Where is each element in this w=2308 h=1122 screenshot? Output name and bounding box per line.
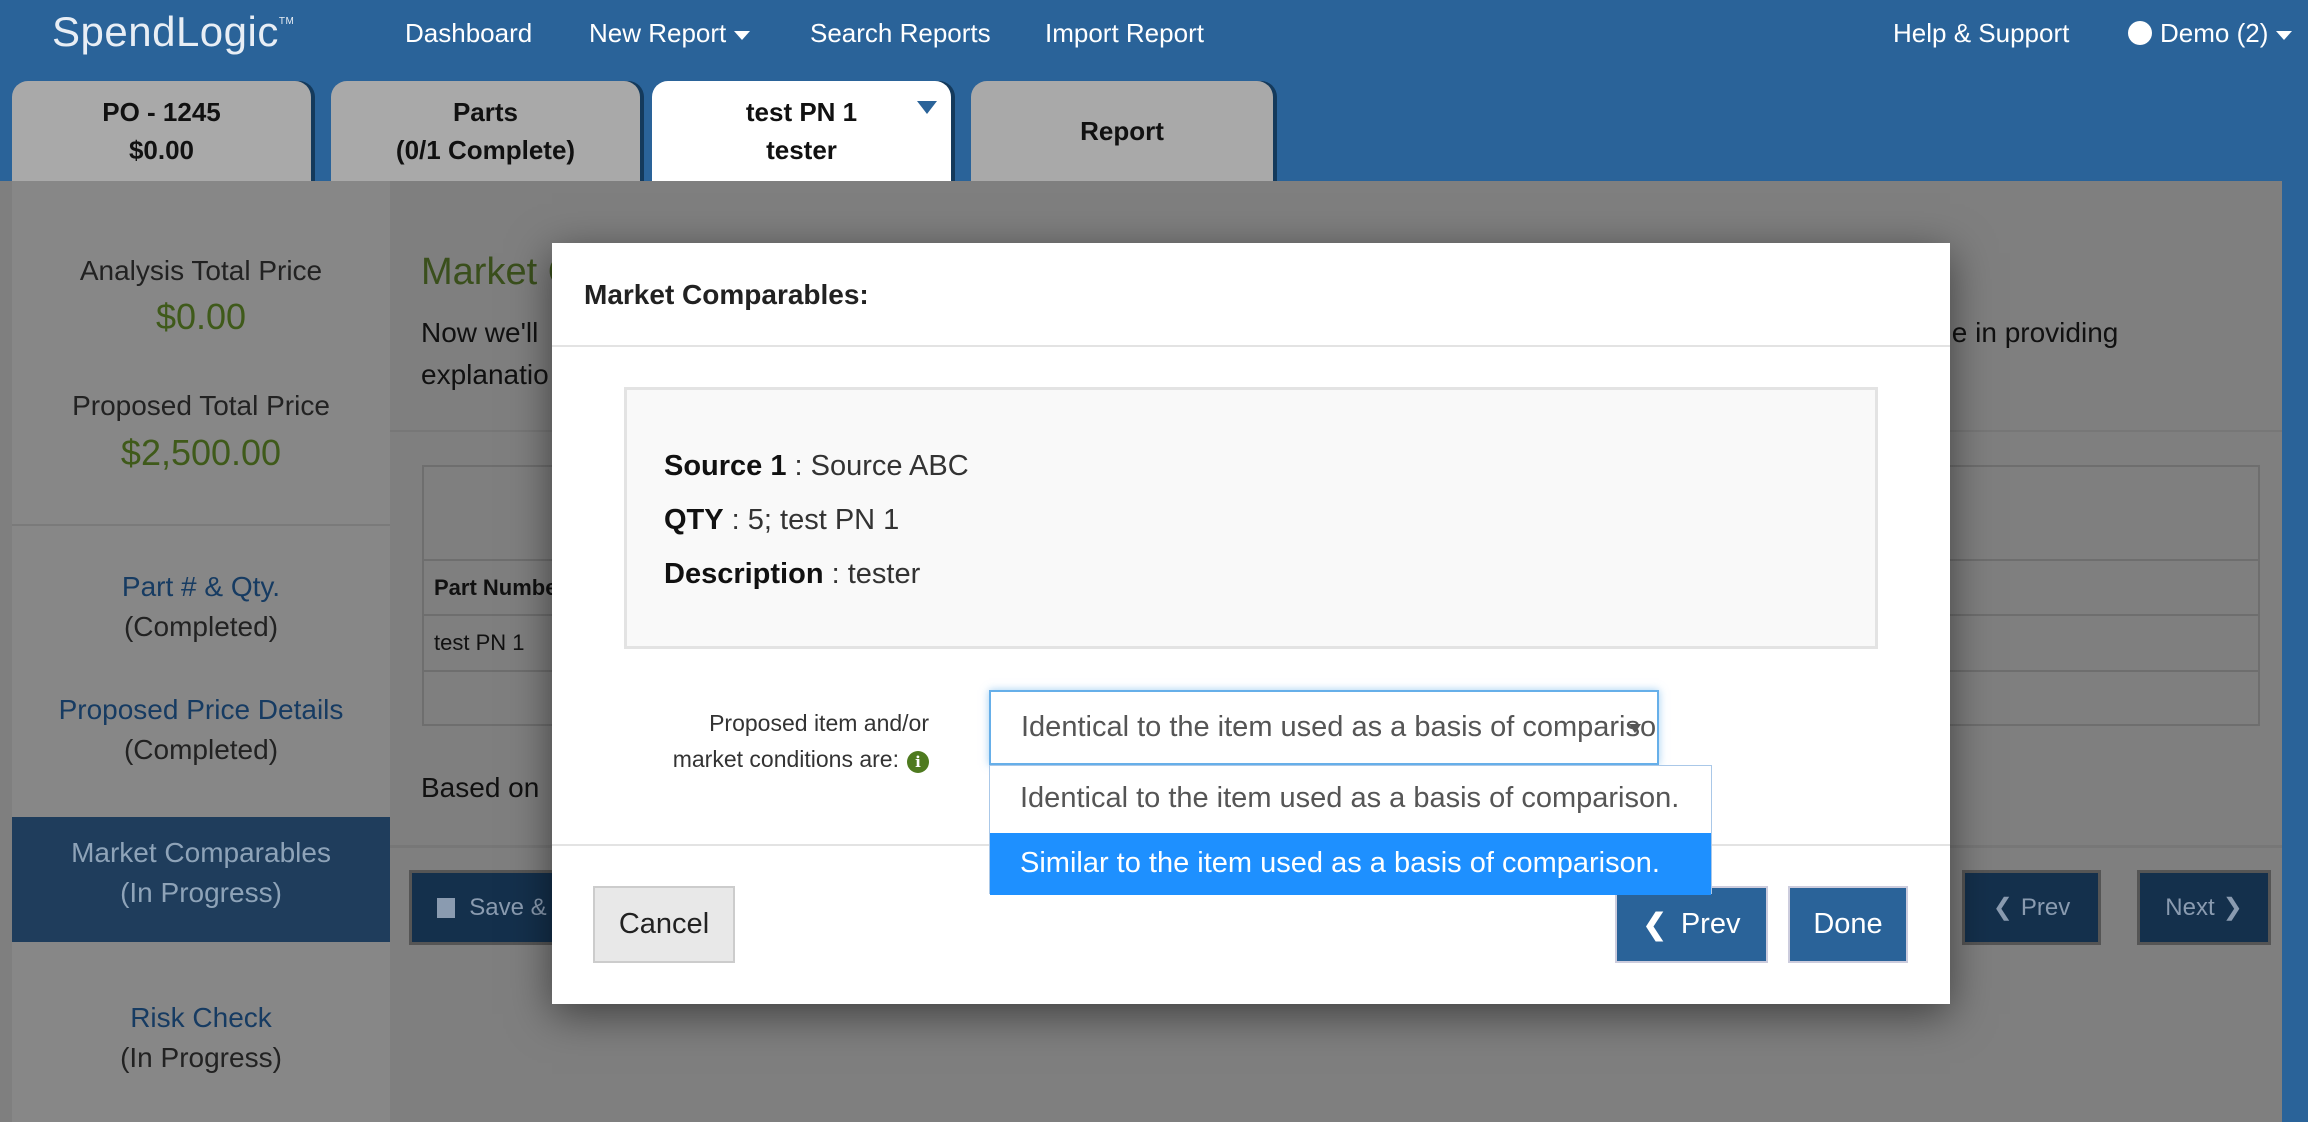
- cancel-button[interactable]: Cancel: [593, 886, 735, 963]
- spendlogic-logo[interactable]: SpendLogicTM: [52, 8, 294, 56]
- nav-help-support[interactable]: Help & Support: [1893, 18, 2069, 49]
- top-navbar: SpendLogicTM Dashboard New Report Search…: [0, 0, 2308, 181]
- prev-button[interactable]: ❮ Prev: [1615, 886, 1768, 963]
- sidebar-step-market-comparables[interactable]: Market Comparables (In Progress): [12, 817, 405, 942]
- user-circle-icon: [2128, 21, 2152, 45]
- conditions-label: Proposed item and/or market conditions a…: [672, 710, 929, 773]
- analysis-total-label: Analysis Total Price: [79, 255, 323, 286]
- intro-text: Now we'll: [421, 317, 539, 348]
- caret-down-icon: [1629, 724, 1641, 733]
- proposed-total-label: Proposed Total Price: [72, 390, 330, 421]
- page-edge: [2282, 181, 2308, 1122]
- tab-po[interactable]: PO - 1245 $0.00: [12, 81, 311, 181]
- sidebar-step-proposed-price[interactable]: Proposed Price Details (Completed): [12, 694, 390, 766]
- chevron-right-icon: ❯: [2222, 894, 2243, 921]
- nav-dashboard[interactable]: Dashboard: [405, 18, 532, 49]
- info-icon[interactable]: i: [907, 751, 929, 773]
- nav-new-report[interactable]: New Report: [589, 18, 751, 49]
- user-menu[interactable]: Demo (2): [2128, 18, 2293, 49]
- tab-part-detail[interactable]: test PN 1 tester: [652, 81, 951, 181]
- sidebar-step-part-qty[interactable]: Part # & Qty. (Completed): [12, 571, 390, 643]
- floppy-disk-icon: [437, 897, 456, 918]
- prev-button-bg[interactable]: ❮ Prev: [1965, 873, 2098, 942]
- option-identical[interactable]: Identical to the item used as a basis of…: [990, 766, 1711, 833]
- source-info-box: Source 1 : Source ABC QTY : 5; test PN 1…: [624, 387, 1878, 649]
- save-button[interactable]: Save &: [412, 873, 572, 942]
- modal-title: Market Comparables:: [584, 279, 869, 310]
- tab-report[interactable]: Report: [971, 81, 1273, 181]
- nav-search-reports[interactable]: Search Reports: [810, 18, 991, 49]
- nav-import-report[interactable]: Import Report: [1045, 18, 1204, 49]
- qty-line: QTY : 5; test PN 1: [664, 504, 900, 536]
- sidebar-step-risk-check[interactable]: Risk Check (In Progress): [12, 1002, 390, 1074]
- option-similar[interactable]: Similar to the item used as a basis of c…: [990, 833, 1711, 895]
- sidebar: Analysis Total Price $0.00 Proposed Tota…: [12, 181, 405, 1122]
- description-line: Description : tester: [664, 558, 921, 590]
- caret-down-icon: [734, 30, 751, 40]
- based-on-text: Based on: [421, 772, 540, 803]
- chevron-left-icon: ❮: [1642, 909, 1667, 941]
- conditions-dropdown-list: Identical to the item used as a basis of…: [989, 765, 1712, 895]
- conditions-select[interactable]: Identical to the item used as a basis of…: [989, 690, 1659, 765]
- divider: [12, 524, 390, 526]
- intro-text-right: ble in providing: [1930, 317, 2119, 348]
- next-button-bg[interactable]: Next ❯: [2140, 873, 2268, 942]
- caret-down-icon: [2276, 30, 2293, 40]
- chevron-left-icon: ❮: [1992, 894, 2013, 921]
- caret-down-icon[interactable]: [917, 101, 937, 114]
- proposed-total-value: $2,500.00: [120, 432, 282, 473]
- source-line: Source 1 : Source ABC: [664, 450, 969, 482]
- analysis-total-value: $0.00: [155, 296, 247, 337]
- divider: [552, 345, 1950, 347]
- done-button[interactable]: Done: [1788, 886, 1908, 963]
- intro-text-line2: explanatio: [421, 359, 549, 390]
- tab-parts[interactable]: Parts (0/1 Complete): [331, 81, 640, 181]
- market-comparables-modal: Market Comparables: Source 1 : Source AB…: [552, 243, 1950, 1004]
